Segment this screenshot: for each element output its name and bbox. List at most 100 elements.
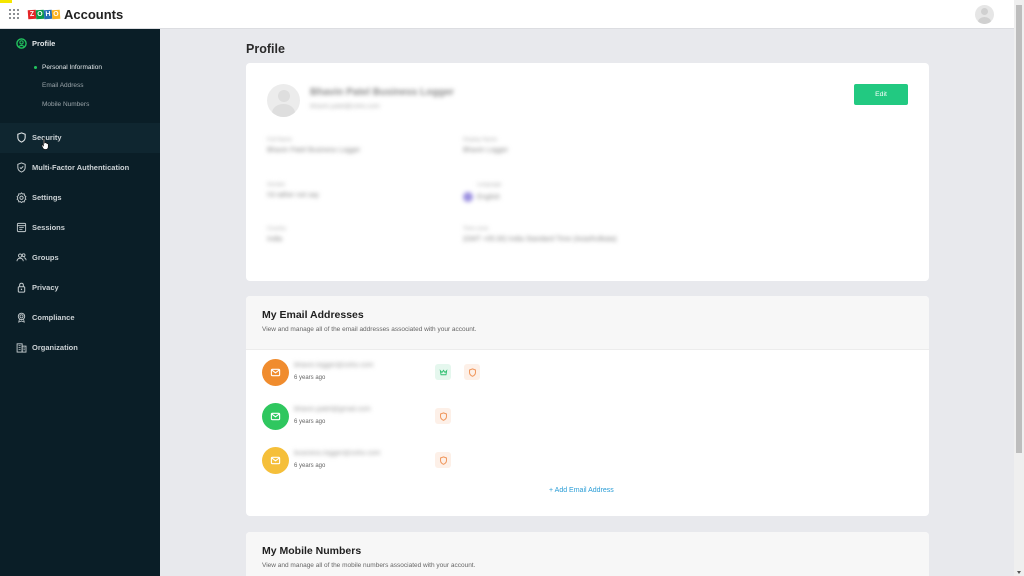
profile-card: Bhavin Patel Business Logger bhavin.pate… [246,63,929,281]
language-icon [463,192,473,202]
award-icon [17,312,26,323]
sidebar-item-settings[interactable]: Settings [0,183,160,213]
security-badge[interactable] [435,408,451,424]
profile-field: Language English [463,182,501,202]
mail-icon [262,447,289,474]
email-list-item[interactable]: business.logger@zoho.com 6 years ago [262,447,662,475]
sidebar-item-multi-factor-authentication[interactable]: Multi-Factor Authentication [0,153,160,183]
sidebar-item-label: Settings [32,193,62,202]
sidebar: Profile Personal Information Email Addre… [0,29,160,576]
email-list-item[interactable]: bhavin.logger@zoho.com 6 years ago [262,359,662,387]
sidebar-item-groups[interactable]: Groups [0,243,160,273]
mobile-numbers-card: My Mobile Numbers View and manage all of… [246,532,929,576]
sidebar-subitem-label: Mobile Numbers [42,100,90,108]
active-dot [34,66,37,69]
mail-icon [262,359,289,386]
sidebar-item-privacy[interactable]: Privacy [0,273,160,303]
shield-icon [17,132,26,143]
profile-field: Full Name Bhavin Patel Business Logger [267,137,360,154]
profile-field: Time zone (GMT +05:30) India Standard Ti… [463,226,663,243]
field-value: Bhavin Patel Business Logger [267,147,361,154]
user-circle-icon [16,38,27,49]
sidebar-subitem-mobile-numbers[interactable]: Mobile Numbers [0,95,160,114]
main-content: Profile Bhavin Patel Business Logger bha… [160,29,1014,576]
sidebar-subitem-personal-information[interactable]: Personal Information [0,58,160,77]
profile-subtitle: bhavin.patel@zoho.com [310,103,380,110]
field-value: (GMT +05:30) India Standard Time (Asia/K… [463,236,617,243]
building-icon [16,343,27,353]
profile-field: Gender I'd rather not say [267,182,319,199]
sidebar-item-label: Profile [32,39,56,48]
field-label: Full Name [267,137,293,143]
app-title: Accounts [64,6,124,22]
sidebar-item-label: Sessions [32,223,65,232]
shield-icon [439,455,447,465]
sidebar-subitem-label: Personal Information [42,63,102,71]
lock-icon [17,282,26,293]
add-email-address-link[interactable]: + Add Email Address [549,487,614,494]
hand-cursor-icon [41,138,49,150]
card-description: View and manage all of the email address… [262,326,477,333]
email-addresses-card: My Email Addresses View and manage all o… [246,296,929,516]
field-label: Gender [267,182,286,188]
primary-badge[interactable] [435,364,451,380]
email-address: bhavin.patel@gmail.com [294,406,371,413]
security-badge[interactable] [464,364,480,380]
field-value: I'd rather not say [267,192,319,199]
zoho-logo[interactable]: Z O H O Accounts [27,6,124,22]
security-badge[interactable] [435,452,451,468]
sidebar-item-sessions[interactable]: Sessions [0,213,160,243]
card-description: View and manage all of the mobile number… [262,562,476,569]
sidebar-group-profile: Profile Personal Information Email Addre… [0,29,160,123]
field-label: Country [267,226,287,232]
users-icon [16,253,27,262]
sidebar-item-label: Multi-Factor Authentication [32,163,130,172]
sidebar-item-label: Groups [32,253,59,262]
card-title: My Mobile Numbers [262,545,362,557]
sidebar-item-organization[interactable]: Organization [0,333,160,363]
card-title: My Email Addresses [262,309,364,321]
logo-letter: O [51,9,61,19]
sidebar-subitem-label: Email Address [42,82,84,90]
email-added-time: 6 years ago [294,463,326,469]
page-scrollbar[interactable] [1014,0,1024,576]
email-address: bhavin.logger@zoho.com [294,362,374,369]
field-value: Bhavin Logger [463,147,509,154]
card-header: My Mobile Numbers View and manage all of… [246,532,929,576]
sidebar-subitem-email-address[interactable]: Email Address [0,77,160,96]
scroll-down-arrow-icon[interactable] [1017,571,1021,574]
grid-icon[interactable] [9,9,19,19]
profile-field: Country India [267,226,286,243]
gear-icon [16,192,27,203]
crown-icon [439,368,447,375]
sidebar-item-label: Organization [32,343,78,352]
card-header: My Email Addresses View and manage all o… [246,296,929,350]
field-label: Time zone [463,226,489,232]
profile-name: Bhavin Patel Business Logger [310,87,454,98]
sessions-icon [16,222,27,233]
email-added-time: 6 years ago [294,375,326,381]
top-header: Z O H O Accounts [0,0,1014,29]
profile-field: Display Name Bhavin Logger [463,137,508,154]
sidebar-item-label: Privacy [32,283,59,292]
field-value: India [267,236,283,243]
profile-avatar[interactable] [267,84,300,117]
mail-icon [262,403,289,430]
highlight-marker [0,0,12,3]
page-title: Profile [246,42,285,56]
edit-button[interactable]: Edit [854,84,908,105]
shield-icon [468,367,476,377]
scrollbar-thumb[interactable] [1016,5,1022,453]
field-value: English [477,193,500,201]
user-avatar-icon[interactable] [975,5,994,24]
email-added-time: 6 years ago [294,419,326,425]
shield-check-icon [17,162,26,173]
sidebar-item-security[interactable]: Security [0,122,160,153]
sidebar-item-compliance[interactable]: Compliance [0,303,160,333]
shield-icon [439,411,447,421]
email-list-item[interactable]: bhavin.patel@gmail.com 6 years ago [262,403,662,431]
field-label: Display Name [463,137,498,143]
sidebar-item-profile[interactable]: Profile [0,29,160,58]
email-address: business.logger@zoho.com [294,450,381,457]
sidebar-item-label: Compliance [32,313,75,322]
